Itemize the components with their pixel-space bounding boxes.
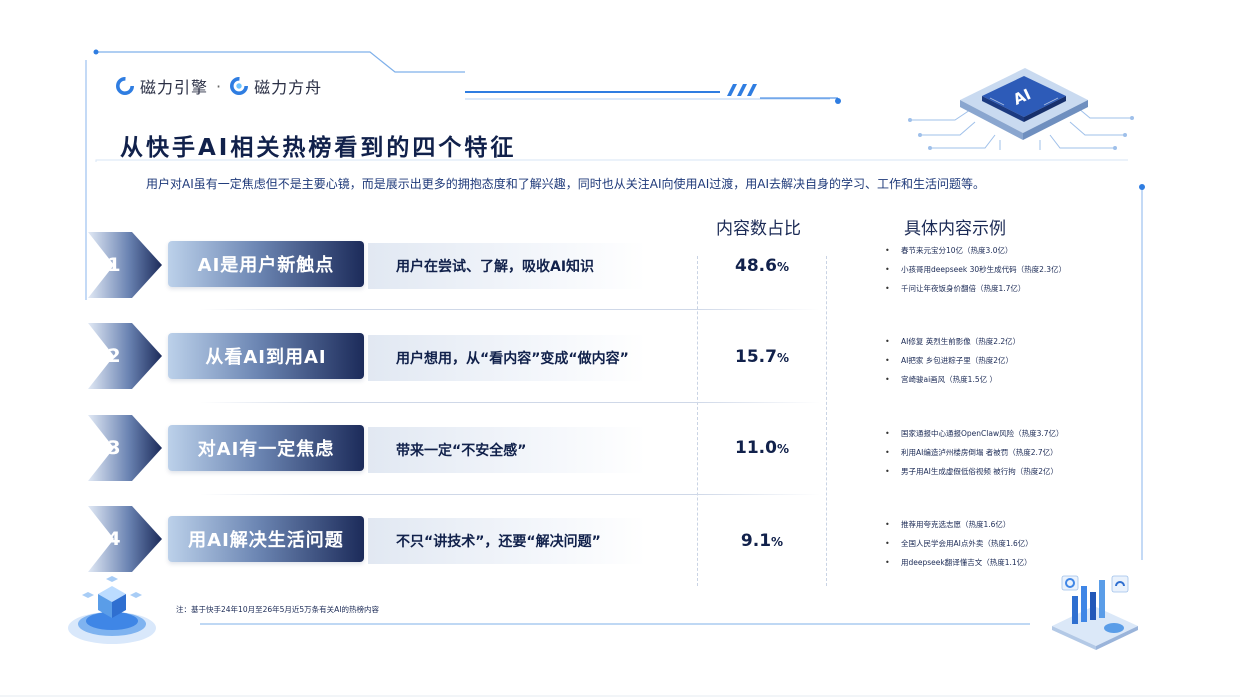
row-1-unit: % (776, 260, 789, 274)
brand-header: 磁力引擎 · 磁力方舟 (116, 75, 322, 97)
row-1-number: 1 (107, 254, 121, 276)
row-3-value: 11.0 (735, 438, 777, 458)
row-2-unit: % (776, 351, 789, 365)
cili-logo-icon (116, 77, 134, 95)
list-item: 利用AI编造泸州楼房倒塌 者被罚（热度2.7亿） (885, 443, 1064, 462)
examples-column-header: 具体内容示例 (904, 219, 1006, 239)
list-item: 推荐用夸克选志愿（热度1.6亿） (885, 515, 1033, 534)
column-divider (697, 256, 698, 586)
row-1-value: 48.6 (735, 256, 777, 276)
row-4-number: 4 (107, 528, 121, 550)
brand-separator: · (216, 76, 223, 96)
list-item: 宫崎骏ai画风（热度1.5亿 ） (885, 370, 1020, 389)
row-2-label: 从看AI到用AI (168, 333, 364, 379)
row-separator (200, 402, 820, 403)
row-2-percentage: 15.7% (702, 347, 822, 367)
row-separator (200, 494, 820, 495)
row-2-number: 2 (107, 345, 121, 367)
column-divider (826, 256, 827, 586)
share-column-header: 内容数占比 (716, 219, 801, 239)
blockchain-cube-illustration-icon (68, 576, 156, 644)
row-4-description: 不只“讲技术”，还要“解决问题” (368, 518, 646, 564)
row-3-label: 对AI有一定焦虑 (168, 425, 364, 471)
row-3-unit: % (776, 442, 789, 456)
list-item: 小孩哥用deepseek 30秒生成代码（热度2.3亿） (885, 260, 1066, 279)
row-separator (200, 309, 820, 310)
row-2-value: 15.7 (735, 347, 777, 367)
list-item: AI把家 乡包进粽子里（热度2亿） (885, 351, 1020, 370)
page-title: 从快手AI相关热榜看到的四个特征 (120, 135, 517, 161)
row-2-description: 用户想用，从“看内容”变成“做内容” (368, 335, 646, 381)
page-subtitle: 用户对AI虽有一定焦虑但不是主要心镜，而是展示出更多的拥抱态度和了解兴趣，同时也… (146, 177, 985, 191)
row-1-label: AI是用户新触点 (168, 241, 364, 287)
row-1-examples: 春节来元宝分10亿（热度3.0亿） 小孩哥用deepseek 30秒生成代码（热… (885, 241, 1066, 298)
list-item: 国家通报中心通报OpenClaw风险（热度3.7亿） (885, 424, 1064, 443)
row-1-description: 用户在尝试、了解，吸收AI知识 (368, 243, 646, 289)
data-chart-illustration-icon (1052, 575, 1138, 650)
row-4-examples: 推荐用夸克选志愿（热度1.6亿） 全国人民学会用AI点外卖（热度1.6亿） 用d… (885, 515, 1033, 572)
row-1-percentage: 48.6% (702, 256, 822, 276)
list-item: 千问让年夜饭身价翻倍（热度1.7亿） (885, 279, 1066, 298)
row-3-percentage: 11.0% (702, 438, 822, 458)
row-4-percentage: 9.1% (702, 531, 822, 551)
brand-name-engine: 磁力引擎 (140, 78, 209, 97)
row-4-unit: % (771, 535, 784, 549)
row-2-examples: AI修复 英烈生前影像（热度2.2亿） AI把家 乡包进粽子里（热度2亿） 宫崎… (885, 332, 1020, 389)
row-3-examples: 国家通报中心通报OpenClaw风险（热度3.7亿） 利用AI编造泸州楼房倒塌 … (885, 424, 1064, 481)
list-item: AI修复 英烈生前影像（热度2.2亿） (885, 332, 1020, 351)
list-item: 春节来元宝分10亿（热度3.0亿） (885, 241, 1066, 260)
ai-chip-illustration-icon: AI (908, 68, 1134, 150)
row-3-description: 带来一定“不安全感” (368, 427, 646, 473)
slide: { "brand": { "name1": "磁力引擎", "separator… (0, 0, 1240, 697)
row-4-value: 9.1 (740, 531, 772, 551)
footnote: 注：基于快手24年10月至26年5月近5万条有关AI的热榜内容 (176, 605, 380, 614)
row-4-label: 用AI解决生活问题 (168, 516, 364, 562)
brand-name-ark: 磁力方舟 (254, 78, 323, 97)
fangzhou-logo-icon (230, 77, 249, 95)
list-item: 全国人民学会用AI点外卖（热度1.6亿） (885, 534, 1033, 553)
list-item: 男子用AI生成虚假低俗视频 被行拘（热度2亿） (885, 462, 1064, 481)
list-item: 用deepseek翻译懂吉文（热度1.1亿） (885, 553, 1033, 572)
row-3-number: 3 (107, 437, 121, 459)
